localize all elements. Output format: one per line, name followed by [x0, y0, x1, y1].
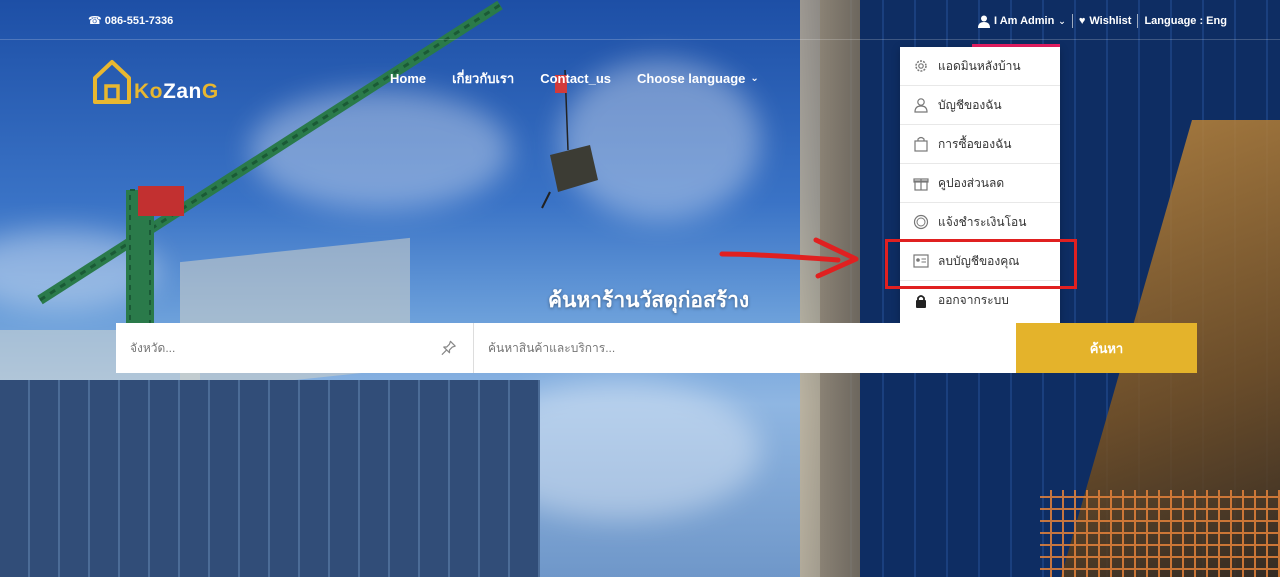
- gear-icon: [912, 58, 930, 74]
- menu-item-admin[interactable]: แอดมินหลังบ้าน: [900, 47, 1060, 86]
- user-icon: [978, 15, 990, 28]
- nav-home[interactable]: Home: [390, 68, 426, 89]
- user-menu[interactable]: I Am Admin ⌄: [972, 15, 1072, 28]
- nav-contact[interactable]: Contact_us: [540, 68, 611, 89]
- pin-icon[interactable]: [440, 339, 457, 357]
- crane-load: [541, 70, 598, 209]
- logo[interactable]: KoZanG: [92, 58, 219, 104]
- wishlist-link[interactable]: ♥ Wishlist: [1073, 15, 1138, 27]
- shopping-bag-icon: [912, 136, 930, 152]
- nav-about[interactable]: เกี่ยวกับเรา: [452, 68, 514, 89]
- house-logo-icon: [93, 60, 131, 104]
- nav-choose-language[interactable]: Choose language ⌄: [637, 68, 759, 89]
- lock-icon: [912, 294, 930, 308]
- phone-number[interactable]: ☎ 086-551-7336: [88, 14, 173, 28]
- menu-item-payment-notice[interactable]: แจ้งชำระเงินโอน: [900, 203, 1060, 242]
- building-left: [0, 380, 540, 577]
- language-selector[interactable]: Language : Eng: [1138, 15, 1233, 27]
- crane-graphic: [37, 0, 503, 330]
- province-input[interactable]: [130, 341, 440, 355]
- menu-item-my-purchases[interactable]: การซื้อของฉัน: [900, 125, 1060, 164]
- search-button[interactable]: ค้นหา: [1016, 323, 1197, 373]
- top-bar: ☎ 086-551-7336 I Am Admin ⌄ ♥ Wishlist L…: [0, 0, 1280, 40]
- query-input[interactable]: [488, 341, 1002, 355]
- menu-item-coupons[interactable]: คูปองส่วนลด: [900, 164, 1060, 203]
- annotation-arrow-icon: [719, 237, 859, 279]
- search-title: ค้นหาร้านวัสดุก่อสร้าง: [548, 289, 750, 312]
- search-bar: ค้นหา: [116, 323, 1197, 373]
- annotation-highlight-box: [885, 239, 1077, 289]
- gift-icon: [912, 175, 930, 191]
- top-right-menu: I Am Admin ⌄ ♥ Wishlist Language : Eng: [972, 14, 1233, 28]
- chevron-down-icon: ⌄: [1058, 15, 1066, 26]
- heart-icon: ♥: [1078, 15, 1086, 27]
- phone-icon: ☎: [88, 15, 102, 27]
- user-icon: [912, 97, 930, 113]
- chevron-down-icon: ⌄: [750, 73, 759, 84]
- province-field[interactable]: [116, 323, 474, 373]
- main-nav: Home เกี่ยวกับเรา Contact_us Choose lang…: [390, 68, 785, 89]
- menu-item-my-account[interactable]: บัญชีของฉัน: [900, 86, 1060, 125]
- query-field[interactable]: [474, 323, 1016, 373]
- coin-icon: [912, 214, 930, 230]
